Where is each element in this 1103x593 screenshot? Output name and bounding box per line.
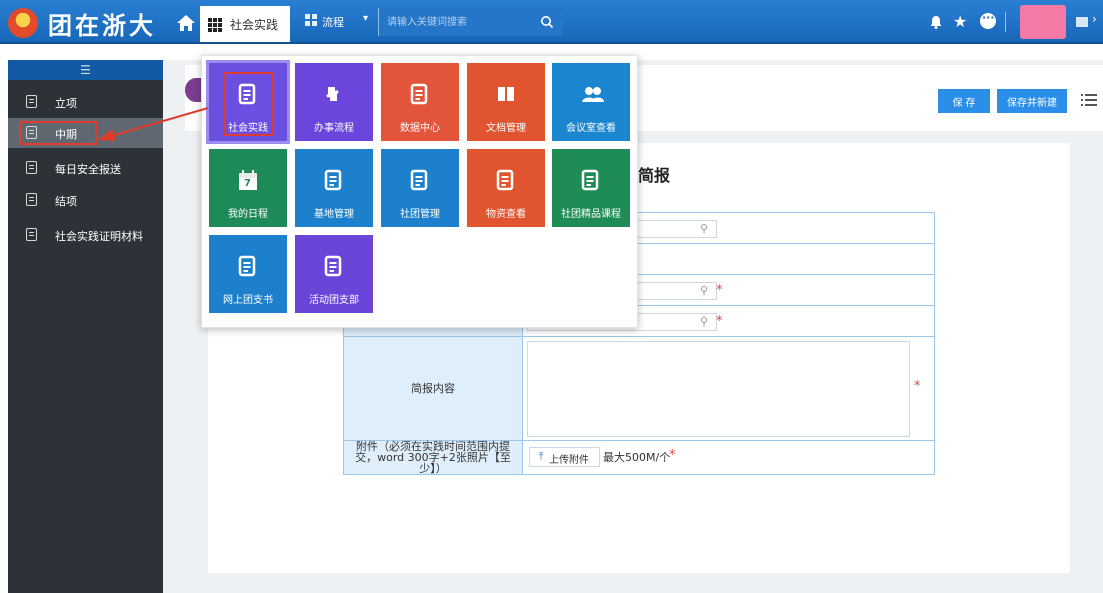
search-icon[interactable]: ⚲ xyxy=(700,222,710,235)
document-icon xyxy=(26,228,37,241)
document-icon xyxy=(410,169,430,191)
sidebar-item-closing[interactable]: 结项 xyxy=(8,185,163,215)
search-input[interactable] xyxy=(387,13,537,31)
sidebar-item-daily-safety-report[interactable]: 每日安全报送 xyxy=(8,153,163,183)
module-tile-label: 会议室查看 xyxy=(566,123,616,134)
chevron-down-icon[interactable]: ▾ xyxy=(363,13,368,24)
module-switch-button[interactable]: 社会实践 xyxy=(200,6,290,42)
avatar[interactable] xyxy=(1020,5,1066,39)
upload-icon: ⤒ xyxy=(538,451,544,463)
module-tile[interactable]: 网上团支书 xyxy=(209,235,287,313)
save-and-new-button[interactable]: 保存并新建 xyxy=(997,89,1067,113)
form-row-content: 简报内容 * xyxy=(344,337,934,441)
form-title: 简报 xyxy=(638,166,671,185)
sidebar-item-label: 每日安全报送 xyxy=(55,163,121,176)
chevron-down-icon[interactable]: › xyxy=(1092,12,1097,26)
search-box xyxy=(378,8,563,36)
annotation-arrow xyxy=(98,107,209,141)
module-tile-label: 文档管理 xyxy=(486,123,526,134)
annotation-highlight-box xyxy=(19,121,97,145)
module-tile[interactable]: 基地管理 xyxy=(295,149,373,227)
flow-dropdown-label[interactable]: 流程 xyxy=(322,14,344,30)
module-switch-label: 社会实践 xyxy=(230,18,279,32)
module-tile[interactable]: 文档管理 xyxy=(467,63,545,141)
document-icon xyxy=(410,83,430,105)
module-tile[interactable]: 社团精品课程 xyxy=(552,149,630,227)
module-tile-label: 基地管理 xyxy=(314,209,354,220)
document-icon xyxy=(26,193,37,206)
document-icon xyxy=(26,95,37,108)
chat-icon[interactable] xyxy=(980,11,996,29)
module-tile[interactable]: 数据中心 xyxy=(381,63,459,141)
sidebar-collapse-icon[interactable]: ☰ xyxy=(8,60,163,80)
star-icon[interactable]: ★ xyxy=(953,12,971,31)
sidebar-item-label: 立项 xyxy=(55,97,77,110)
youth-league-logo xyxy=(8,8,38,38)
form-row-attachment: 附件（必须在实践时间范围内提交，word 300字+2张照片【至少】） ⤒ 上传… xyxy=(344,441,934,474)
flow-icon xyxy=(305,14,317,26)
required-mark: * xyxy=(716,314,723,329)
document-icon xyxy=(581,169,601,191)
module-tile[interactable]: 会议室查看 xyxy=(552,63,630,141)
module-tile-label: 社团管理 xyxy=(400,209,440,220)
module-tile-label: 活动团支部 xyxy=(309,295,359,306)
module-tile-label: 网上团支书 xyxy=(223,295,273,306)
module-tile[interactable]: 活动团支部 xyxy=(295,235,373,313)
app-grid-icon xyxy=(208,18,222,32)
attachment-label: 附件（必须在实践时间范围内提交，word 300字+2张照片【至少】） xyxy=(344,441,523,474)
search-icon[interactable]: ⚲ xyxy=(700,315,710,328)
document-icon xyxy=(238,255,258,277)
list-menu-icon[interactable] xyxy=(1081,93,1097,107)
document-icon xyxy=(324,169,344,191)
module-tile-label: 我的日程 xyxy=(228,209,268,220)
calendar-icon: 7 xyxy=(238,169,258,191)
module-tile[interactable]: 社团管理 xyxy=(381,149,459,227)
people-icon xyxy=(581,83,604,105)
module-tile[interactable]: 物资查看 xyxy=(467,149,545,227)
document-icon xyxy=(324,255,344,277)
module-tile[interactable]: 7 我的日程 xyxy=(209,149,287,227)
sidebar-item-practice-certificate[interactable]: 社会实践证明材料 xyxy=(8,220,163,250)
upload-button[interactable]: ⤒ 上传附件 xyxy=(529,447,600,467)
document-icon xyxy=(26,161,37,174)
required-mark: * xyxy=(716,283,723,298)
search-icon[interactable]: ⚲ xyxy=(700,284,710,297)
divider xyxy=(1005,12,1006,32)
module-tile-label: 数据中心 xyxy=(400,123,440,134)
calendar-day-badge: 7 xyxy=(244,178,251,189)
required-mark: * xyxy=(669,448,676,463)
module-tile-label: 办事流程 xyxy=(314,123,354,134)
content-label: 简报内容 xyxy=(344,337,523,440)
app-title: 团在浙大 xyxy=(48,11,156,40)
document-icon xyxy=(496,169,516,191)
puzzle-icon xyxy=(324,83,344,105)
module-tile-label: 社团精品课程 xyxy=(561,209,621,220)
sidebar-item-label: 社会实践证明材料 xyxy=(55,230,143,243)
upload-limit-text: 最大500M/个 xyxy=(603,451,671,464)
upload-button-label: 上传附件 xyxy=(549,455,589,466)
annotation-highlight-box xyxy=(224,72,274,136)
user-menu-icon[interactable] xyxy=(1076,17,1088,27)
content-textarea[interactable] xyxy=(527,341,910,437)
module-tile[interactable]: 办事流程 xyxy=(295,63,373,141)
module-tile-label: 物资查看 xyxy=(486,209,526,220)
home-icon[interactable] xyxy=(175,12,197,34)
required-mark: * xyxy=(914,379,921,394)
search-icon[interactable] xyxy=(540,15,554,29)
sidebar-item-label: 结项 xyxy=(55,195,77,208)
save-button[interactable]: 保 存 xyxy=(938,89,990,113)
top-bar: 团在浙大 社会实践 流程 ▾ ★ › xyxy=(0,0,1103,44)
bell-icon[interactable] xyxy=(928,14,944,30)
book-icon xyxy=(496,83,516,105)
